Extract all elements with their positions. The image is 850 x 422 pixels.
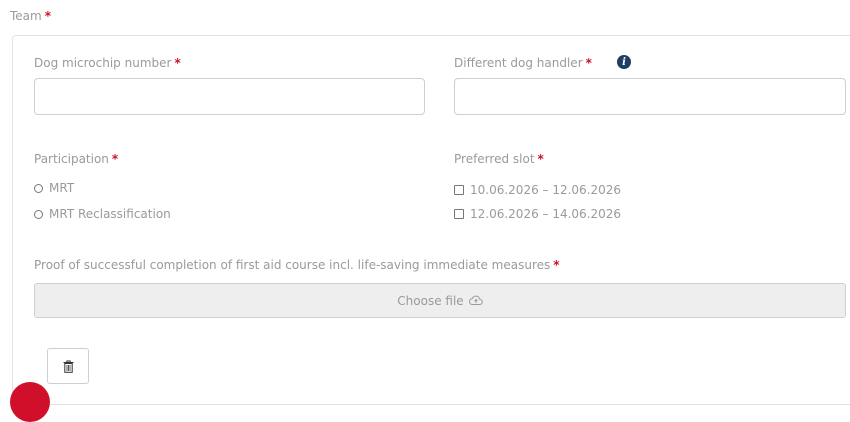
team-label: Team * — [10, 9, 51, 23]
required-marker: * — [585, 56, 592, 70]
handler-input[interactable] — [454, 78, 846, 115]
info-icon[interactable]: i — [617, 55, 631, 69]
slot-option-2[interactable]: 12.06.2026 – 14.06.2026 — [454, 207, 621, 221]
required-marker: * — [111, 152, 119, 166]
microchip-input[interactable] — [34, 78, 425, 115]
slot-option-1[interactable]: 10.06.2026 – 12.06.2026 — [454, 183, 621, 197]
microchip-label: Dog microchip number * — [34, 56, 181, 70]
first-aid-proof-label: Proof of successful completion of first … — [34, 258, 560, 272]
choose-file-button[interactable]: Choose file — [34, 283, 846, 318]
participation-label: Participation * — [34, 152, 119, 166]
cloud-upload-icon — [468, 295, 483, 306]
participation-option-mrt[interactable]: MRT — [34, 181, 74, 195]
participation-option-reclassification[interactable]: MRT Reclassification — [34, 207, 171, 221]
preferred-slot-label: Preferred slot * — [454, 152, 544, 166]
trash-icon — [63, 360, 73, 373]
delete-button[interactable] — [47, 348, 89, 384]
checkbox[interactable] — [454, 209, 464, 219]
floating-action-button[interactable] — [10, 382, 50, 422]
required-marker: * — [537, 152, 544, 166]
handler-label: Different dog handler * — [454, 56, 592, 70]
radio-button[interactable] — [34, 183, 43, 193]
required-marker: * — [44, 9, 51, 23]
required-marker: * — [553, 258, 560, 272]
checkbox[interactable] — [454, 185, 464, 195]
required-marker: * — [174, 56, 181, 70]
radio-button[interactable] — [34, 209, 43, 219]
choose-file-label: Choose file — [397, 293, 464, 308]
